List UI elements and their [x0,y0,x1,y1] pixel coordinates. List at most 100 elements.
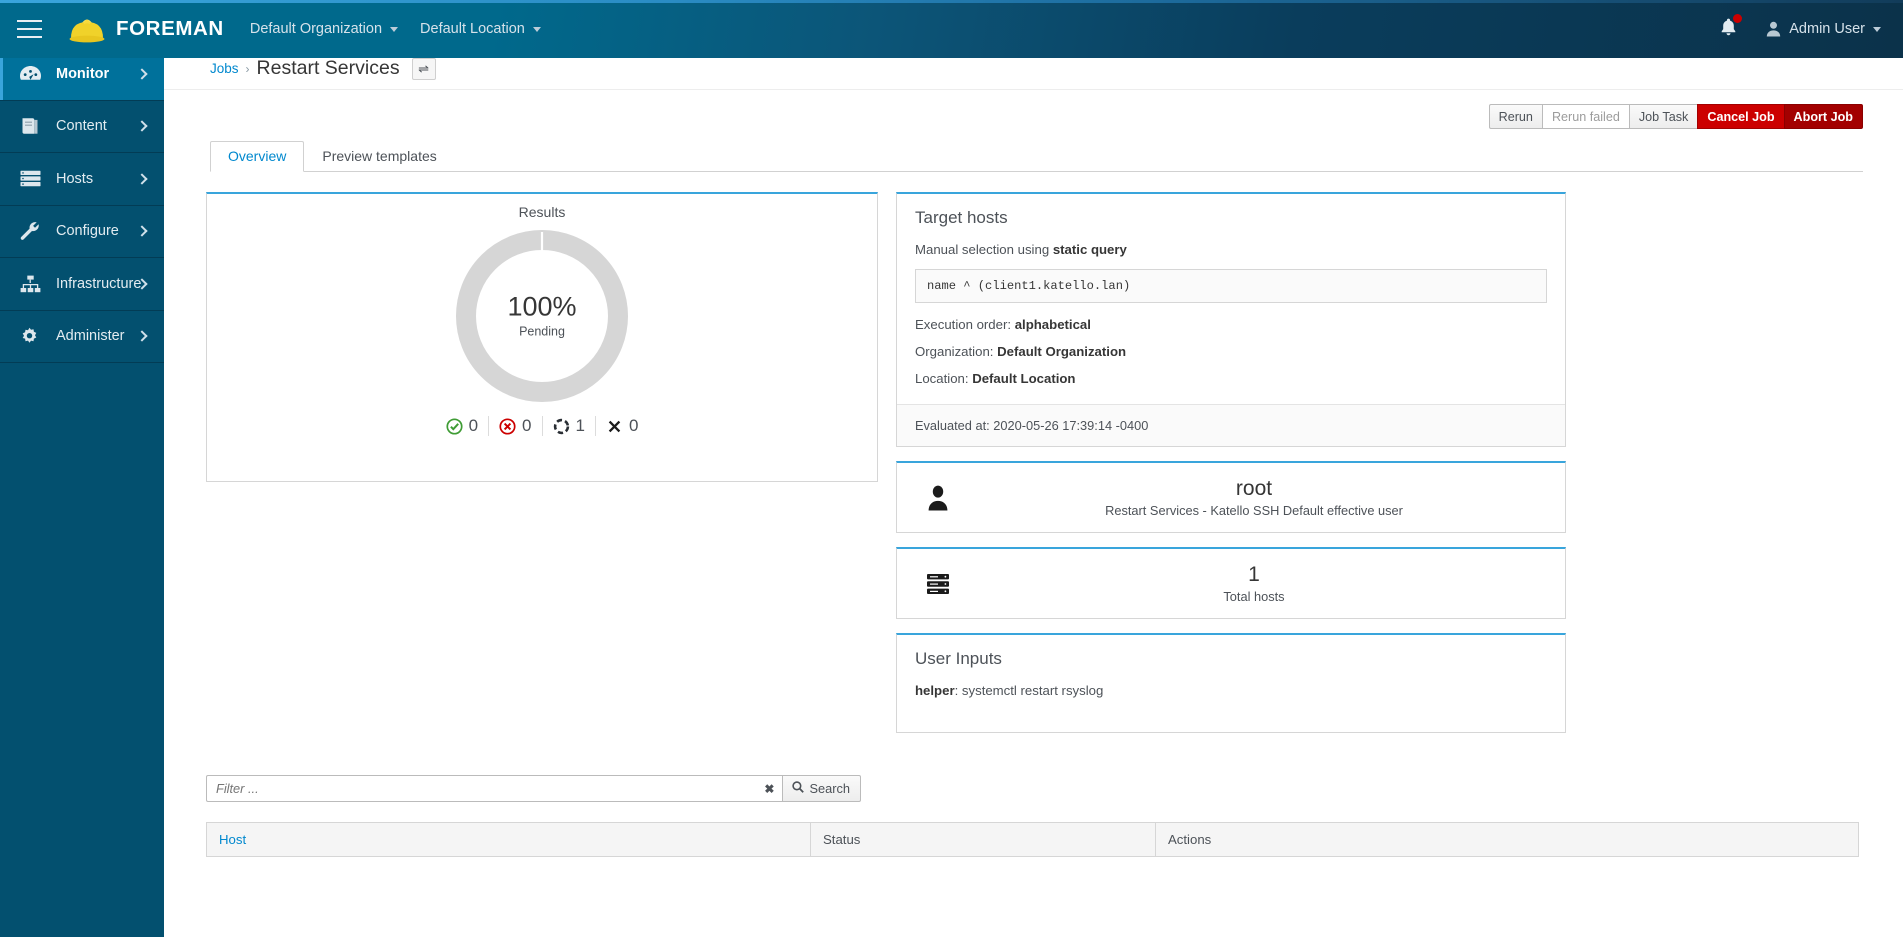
foreman-hardhat-logo-icon [68,14,106,44]
sidebar-item-configure[interactable]: Configure [0,206,164,259]
server-icon [20,170,46,187]
job-tabs: Overview Preview templates [210,140,1863,172]
legend-item-pending[interactable]: 1 [542,416,595,436]
donut-state-label: Pending [507,325,576,339]
abort-job-button[interactable]: Abort Job [1784,104,1863,129]
effective-user-body: root Restart Services - Katello SSH Defa… [961,477,1547,518]
primary-sidebar: Monitor Content Hosts [0,48,164,937]
total-hosts-count: 1 [961,563,1547,587]
sidebar-item-hosts[interactable]: Hosts [0,153,164,206]
wrench-icon [20,222,46,241]
pending-spinner-icon [553,418,570,435]
job-actions-toolbar: Rerun Rerun failed Job Task Cancel Job A… [164,90,1903,129]
tab-preview-templates[interactable]: Preview templates [304,141,454,172]
job-actions-button-group: Rerun Rerun failed Job Task Cancel Job A… [1489,104,1863,129]
column-header-host[interactable]: Host [207,823,811,857]
notifications-button[interactable] [1719,17,1738,42]
foreman-brand-link[interactable]: FOREMAN [68,14,224,44]
sidebar-item-label: Content [56,118,107,134]
search-button-label: Search [809,781,850,796]
sidebar-item-label: Monitor [56,66,109,82]
total-hosts-label: Total hosts [961,589,1547,604]
details-column: Target hosts Manual selection using stat… [896,192,1566,733]
location-label-text: Location: [915,371,972,386]
legend-item-cancelled[interactable]: 0 [595,416,648,436]
rerun-button[interactable]: Rerun [1489,104,1542,129]
sidebar-item-label: Configure [56,223,119,239]
total-hosts-body: 1 Total hosts [961,563,1547,604]
breadcrumb-switcher-button[interactable]: ⇌ [412,58,436,80]
results-legend: 0 0 [207,416,877,436]
effective-user-name: root [961,477,1547,501]
hamburger-bar [17,20,42,22]
notification-badge-dot [1733,14,1742,23]
target-hosts-panel: Target hosts Manual selection using stat… [896,192,1566,447]
effective-user-panel: root Restart Services - Katello SSH Defa… [896,461,1566,533]
legend-value-failed: 0 [522,416,531,436]
organization-selector[interactable]: Default Organization [250,21,398,37]
chevron-down-icon [1873,27,1881,32]
breadcrumb-separator: › [246,62,250,76]
tab-overview[interactable]: Overview [210,141,304,172]
hosts-table-head: Host Status Actions [207,823,1859,857]
search-icon [792,781,804,796]
organization-label-text: Organization: [915,344,997,359]
selection-mode-value: static query [1053,242,1127,257]
user-icon [915,485,961,511]
sidebar-item-infrastructure[interactable]: Infrastructure [0,258,164,311]
target-hosts-body: Target hosts Manual selection using stat… [897,194,1565,404]
masthead-accent-bar [0,0,1903,3]
brand-text: FOREMAN [116,17,224,41]
hosts-table: Host Status Actions [206,822,1859,857]
main-content: Jobs › Restart Services ⇌ Rerun Rerun fa… [164,48,1903,937]
masthead: FOREMAN Default Organization Default Loc… [0,0,1903,58]
chevron-down-icon [533,27,541,32]
user-input-colon: : [955,683,962,698]
search-button[interactable]: Search [782,775,861,802]
chevron-right-icon [136,68,147,79]
book-icon [20,117,46,135]
sidebar-item-administer[interactable]: Administer [0,311,164,364]
hosts-filter-section: ✖ Search Host Status Actions [164,775,1903,857]
filter-input[interactable] [206,775,782,802]
execution-order-label: Execution order: [915,317,1015,332]
user-inputs-heading: User Inputs [915,649,1547,669]
filter-input-wrap: ✖ [206,775,782,802]
total-hosts-panel: 1 Total hosts [896,547,1566,619]
target-hosts-heading: Target hosts [915,208,1547,228]
dashboard-icon [20,66,46,82]
legend-value-cancelled: 0 [629,416,638,436]
effective-user-description: Restart Services - Katello SSH Default e… [961,503,1547,518]
chevron-right-icon [136,173,147,184]
filter-row: ✖ Search [206,775,861,802]
cancel-job-button[interactable]: Cancel Job [1697,104,1783,129]
location-selector[interactable]: Default Location [420,21,541,37]
column-header-status: Status [811,823,1156,857]
clear-filter-icon[interactable]: ✖ [764,782,774,796]
overview-columns: Results 100% Pending [164,172,1903,733]
legend-value-pending: 1 [576,416,585,436]
legend-item-success[interactable]: 0 [436,416,488,436]
location-label: Default Location [420,21,525,37]
sitemap-icon [20,275,46,293]
legend-item-failed[interactable]: 0 [488,416,541,436]
execution-order-line: Execution order: alphabetical [915,317,1547,332]
job-task-button[interactable]: Job Task [1629,104,1697,129]
hamburger-menu-button[interactable] [0,0,58,58]
user-inputs-panel: User Inputs helper: systemctl restart rs… [896,633,1566,733]
organization-label: Default Organization [250,21,382,37]
legend-value-success: 0 [469,416,478,436]
column-header-actions: Actions [1156,823,1859,857]
times-icon [606,418,623,435]
rerun-failed-button[interactable]: Rerun failed [1542,104,1629,129]
hosts-table-header-row: Host Status Actions [207,823,1859,857]
results-title: Results [207,194,877,220]
sidebar-item-content[interactable]: Content [0,101,164,154]
user-avatar-icon [1766,21,1781,37]
selection-mode-line: Manual selection using static query [915,242,1547,257]
user-menu[interactable]: Admin User [1766,21,1881,37]
user-input-key: helper [915,683,955,698]
breadcrumb-link-jobs[interactable]: Jobs [210,61,239,76]
masthead-right-group: Admin User [1719,17,1903,42]
chevron-right-icon [136,121,147,132]
